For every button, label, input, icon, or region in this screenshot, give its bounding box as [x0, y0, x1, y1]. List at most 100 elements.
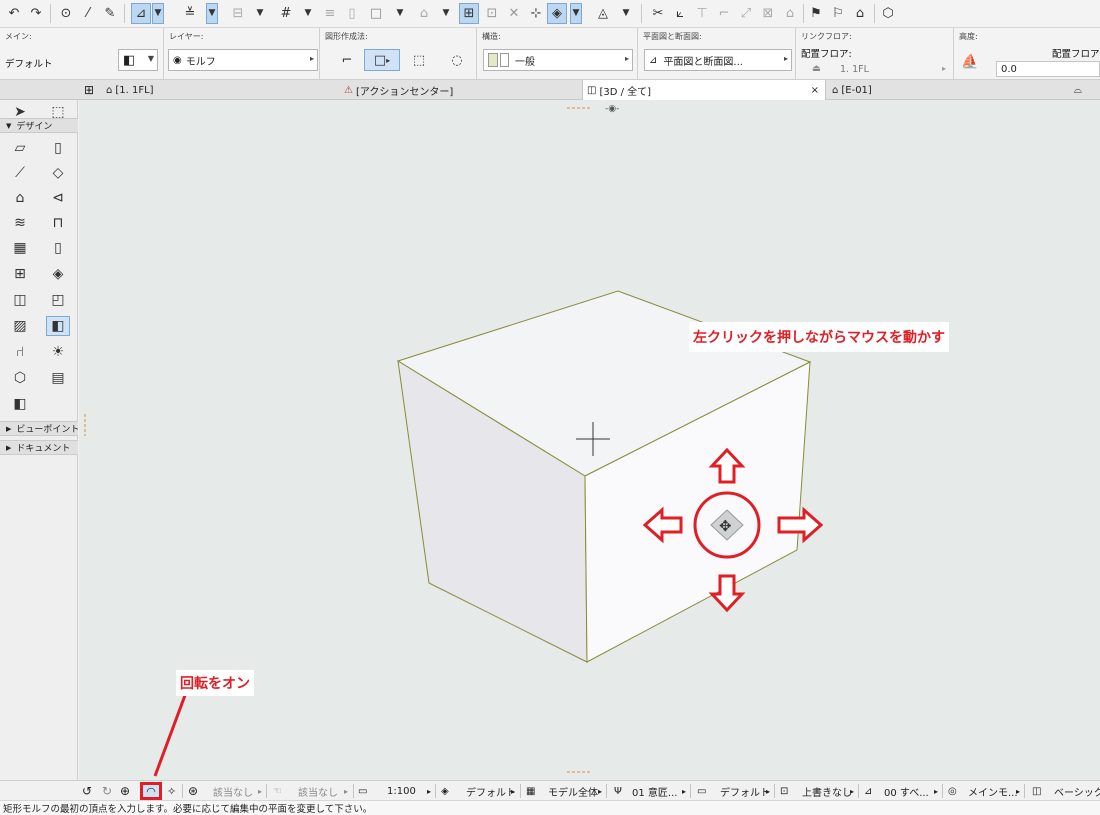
guide-lines-icon[interactable]: ⊿ [131, 3, 151, 24]
pen-set-value[interactable]: 01 意匠... [632, 781, 677, 801]
box-method-button[interactable]: ⬚ [406, 49, 432, 71]
zone-tool-icon[interactable]: ⬡ [8, 368, 32, 388]
tab-list-icon[interactable]: ⊞ [80, 80, 102, 100]
chevron-down-icon[interactable]: ▼ [620, 3, 632, 24]
chevron-down-icon[interactable]: ▼ [394, 3, 406, 24]
morph-icon[interactable]: ◈ [547, 3, 567, 24]
object-tool-icon[interactable]: ⑁ [8, 342, 32, 362]
design-section-header[interactable]: ▼ デザイン [0, 118, 78, 133]
slab-tool-icon[interactable]: ◇ [46, 163, 70, 183]
override-value[interactable]: 上書きなし [802, 781, 852, 801]
snap-guides-icon[interactable]: ≚ [180, 3, 200, 24]
align-icon[interactable]: ✕ [504, 3, 524, 24]
chevron-right-icon[interactable]: ▸ [427, 781, 431, 801]
wall-tool-icon[interactable]: ▱ [8, 138, 32, 158]
tab-3d-all[interactable]: ◫ [3D / 全て] × [582, 80, 826, 100]
hand-icon[interactable]: ☜ [273, 781, 282, 801]
curtain-wall-tool-icon[interactable]: ▦ [8, 238, 32, 258]
chevron-right-icon[interactable]: ▸ [766, 781, 770, 801]
flag-icon[interactable]: ⚑ [806, 3, 826, 24]
redo-icon[interactable]: ↷ [26, 3, 46, 24]
panel-tool-icon[interactable]: ▤ [46, 368, 70, 388]
rectangle-method-button[interactable]: □ ▸ [364, 49, 400, 71]
height-input[interactable]: 0.0 [996, 61, 1100, 77]
chevron-right-icon[interactable]: ▸ [1016, 781, 1020, 801]
grid-snap-icon[interactable]: # [276, 3, 296, 24]
scale-value[interactable]: 1:100 [387, 781, 416, 801]
renovation-flag-icon[interactable]: ⚐ [828, 3, 848, 24]
chevron-down-icon[interactable]: ▼ [206, 3, 218, 24]
chevron-down-icon[interactable]: ▼ [254, 3, 266, 24]
group-icon[interactable]: ⊹ [526, 3, 546, 24]
morph-tool-icon[interactable]: ◧ [46, 316, 70, 336]
linked-floor-value[interactable]: 1. 1FL [840, 64, 869, 75]
polyline-method-button[interactable]: ⌐ [334, 49, 360, 71]
shell-tool-icon[interactable]: ⊲ [46, 188, 70, 208]
zoom-fit-icon[interactable]: ⊛ [188, 781, 198, 801]
layout-icon[interactable]: ⊞ [459, 3, 479, 24]
lock-icon[interactable]: ⌂ [414, 3, 434, 24]
chevron-right-icon[interactable]: ▸ [598, 781, 602, 801]
chevron-right-icon[interactable]: ▸ [850, 781, 854, 801]
tab-1fl[interactable]: ⌂ [1. 1FL] [102, 80, 338, 100]
3d-viewport[interactable]: -◉- ✥ 左クリックを押しながらマウスを動かす 回転をオン [79, 100, 1100, 780]
wall-end-tool-icon[interactable]: ◰ [46, 290, 70, 310]
opening-tool-icon[interactable]: ◧ [8, 394, 32, 414]
intersect-icon[interactable]: ⊠ [758, 3, 778, 24]
chevron-down-icon[interactable]: ▼ [570, 3, 582, 24]
adjust-icon[interactable]: ⟀ [670, 3, 690, 24]
offset-icon[interactable]: ⤢ [736, 3, 756, 24]
door-tool-icon[interactable]: ▯ [46, 238, 70, 258]
pet-palette-icon[interactable]: ⊟ [228, 3, 248, 24]
explore-icon[interactable]: ✧ [167, 781, 176, 801]
show-icon[interactable]: ⌂ [850, 3, 870, 24]
document-section-header[interactable]: ▶ ドキュメント [0, 440, 78, 455]
redo-view-icon[interactable]: ↻ [102, 781, 112, 801]
trace-icon[interactable]: ≡ [320, 3, 340, 24]
renovation-value[interactable]: 00 すべ... [884, 781, 929, 801]
roof-tool-icon[interactable]: ⌂ [8, 188, 32, 208]
elevation-icon[interactable]: ⊤ [692, 3, 712, 24]
syringe-icon[interactable]: ✎ [100, 3, 120, 24]
railing-tool-icon[interactable]: ⊓ [46, 213, 70, 233]
layer-select[interactable]: ◉ モルフ ▸ [168, 49, 318, 71]
chevron-right-icon[interactable]: ▸ [942, 64, 946, 73]
marquee-icon[interactable]: □ [366, 3, 386, 24]
no-target-1[interactable]: 該当なし [213, 781, 253, 801]
no-target-2[interactable]: 該当なし [298, 781, 338, 801]
skylight-tool-icon[interactable]: ◈ [46, 264, 70, 284]
corner-window-tool-icon[interactable]: ◫ [8, 290, 32, 310]
pick-parameters-icon[interactable]: ⊙ [56, 3, 76, 24]
chevron-right-icon[interactable]: ▸ [511, 781, 515, 801]
lamp-tool-icon[interactable]: ☀ [46, 342, 70, 362]
gravity-icon[interactable]: ⊡ [482, 3, 502, 24]
layer-combo-value[interactable]: デフォルト [466, 781, 516, 801]
mvo-value[interactable]: メインモ... [968, 781, 1018, 801]
chevron-down-icon[interactable]: ▼ [152, 3, 164, 24]
mesh-tool-icon[interactable]: ▨ [8, 316, 32, 336]
stair-tool-icon[interactable]: ≋ [8, 213, 32, 233]
orbit-button[interactable]: ◠ [140, 782, 162, 800]
structure-select[interactable]: 一般 ▸ [483, 49, 633, 71]
undo-icon[interactable]: ↶ [4, 3, 24, 24]
zoom-in-icon[interactable]: ⊕ [120, 781, 130, 801]
chevron-down-icon[interactable]: ▼ [302, 3, 314, 24]
chevron-down-icon[interactable]: ▼ [440, 3, 452, 24]
split-icon[interactable]: ✂ [648, 3, 668, 24]
eyedropper-icon[interactable]: ⁄ [78, 3, 98, 24]
chevron-right-icon[interactable]: ▸ [258, 781, 262, 801]
chevron-right-icon[interactable]: ▸ [344, 781, 348, 801]
layer-icon[interactable]: ▯ [342, 3, 362, 24]
tab-options-icon[interactable]: ⌓ [1070, 80, 1100, 100]
beam-tool-icon[interactable]: ⟋ [8, 163, 32, 183]
extrude-icon[interactable]: ⌂ [780, 3, 800, 24]
favorites-button[interactable]: ◧ ▼ [118, 49, 158, 71]
chevron-right-icon[interactable]: ▸ [682, 781, 686, 801]
dimension-value[interactable]: デフォルト [720, 781, 770, 801]
viewpoint-section-header[interactable]: ▶ ビューポイント [0, 421, 79, 436]
fillet-icon[interactable]: ⌐ [714, 3, 734, 24]
view-icon[interactable]: ⬡ [878, 3, 898, 24]
tab-e01[interactable]: ⌂ [E-01] [828, 80, 1058, 100]
window-tool-icon[interactable]: ⊞ [8, 264, 32, 284]
close-icon[interactable]: × [811, 85, 819, 96]
